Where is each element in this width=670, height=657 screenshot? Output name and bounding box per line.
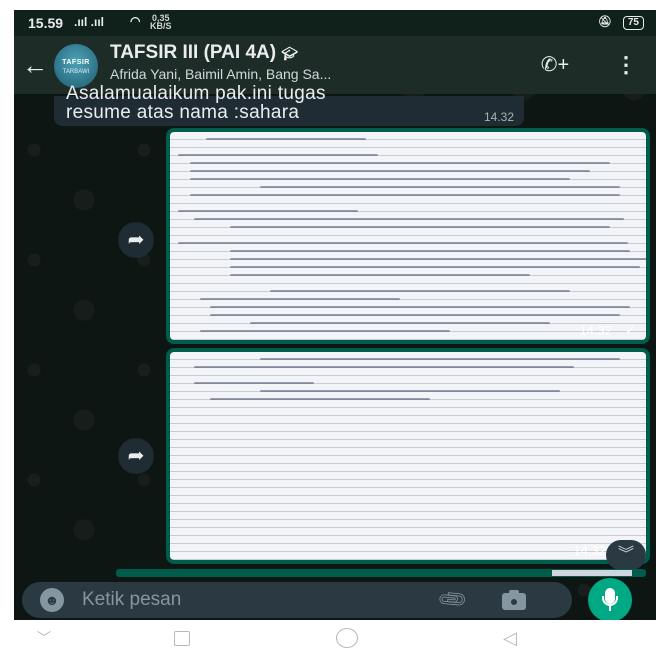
image-1-time: 14.32 [579,323,612,338]
message-line-1: Asalamualaikum pak.ini tugas [66,83,326,104]
image-message-2[interactable]: 14.32 [166,348,650,564]
phone-screen: 15.59 .ııl .ııl ◠ 0,35 KB/S 🔕︎ 75 ← TAFS… [14,10,656,620]
arrow-left-icon[interactable]: ← [20,50,50,80]
signal-icon: .ııl .ııl [74,15,105,29]
avatar-subtext: TARBAWI [62,69,90,75]
image-message-1[interactable]: 14.32 ✓ [166,128,650,344]
graduation-cap-icon: 🎓︎ [281,46,298,61]
back-triangle-icon[interactable]: ◁ [498,628,522,648]
group-avatar[interactable]: TAFSIR TARBAWI [54,44,98,88]
status-right: 🔕︎ 75 [598,15,644,30]
more-vertical-icon[interactable]: ⋮ [614,50,638,80]
next-message-preview [116,569,646,577]
status-time: 15.59 [28,15,64,31]
forward-icon[interactable]: ➦ [118,222,154,258]
net-speed: 0,35 KB/S [150,13,172,31]
chat-title-block[interactable]: TAFSIR III (PAI 4A) 🎓︎ Afrida Yani, Baim… [110,42,520,82]
status-bar: 15.59 .ııl .ııl ◠ 0,35 KB/S 🔕︎ 75 [14,10,656,36]
camera-icon[interactable] [500,588,528,612]
system-nav-bar: ﹀ ◁ [0,620,670,657]
mute-icon: 🔕︎ [597,16,612,28]
add-call-icon[interactable]: ✆+ [538,50,572,80]
battery-indicator: 75 [622,16,644,30]
scroll-down-button[interactable]: ︾ [606,540,646,570]
message-composer: ☻ 📎︎ [22,582,572,618]
wifi-icon: ◠ [130,14,141,28]
message-input[interactable] [82,588,402,612]
handwritten-page-image-1[interactable] [170,132,646,340]
message-bubble-text[interactable]: Asalamualaikum pak.ini tugas resume atas… [54,84,524,126]
home-icon[interactable] [336,628,360,648]
chevron-down-icon[interactable]: ﹀ [32,628,56,648]
group-members: Afrida Yani, Baimil Amin, Bang Sa... [110,66,332,82]
message-line-2: resume atas nama :sahara [66,102,300,123]
group-name: TAFSIR III (PAI 4A) 🎓︎ [110,42,298,63]
message-time: 14.32 [483,110,514,124]
forward-icon[interactable]: ➦ [118,438,154,474]
recent-apps-icon[interactable] [170,628,194,648]
image-2-time: 14.32 [573,543,606,558]
microphone-button[interactable] [588,578,632,620]
handwritten-page-image-2[interactable] [170,352,646,560]
avatar-text: TAFSIR [62,59,90,66]
paperclip-icon[interactable]: 📎︎ [435,582,470,617]
emoji-icon[interactable]: ☻ [40,588,64,612]
image-1-status: ✓ [625,322,636,337]
